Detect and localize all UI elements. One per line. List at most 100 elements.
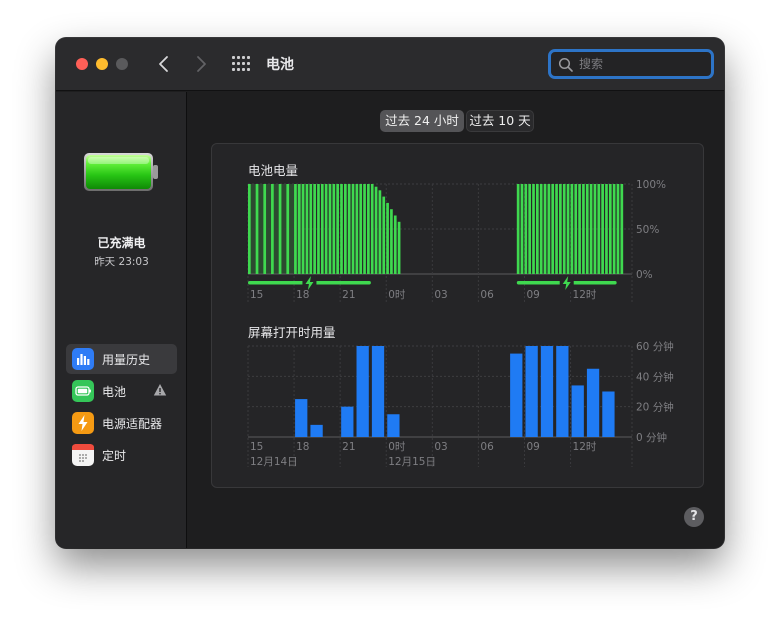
battery-bar xyxy=(255,184,259,274)
y-tick-label: 0 分钟 xyxy=(636,431,667,444)
x-tick-label: 12时 xyxy=(573,441,597,453)
battery-bar xyxy=(305,184,309,274)
battery-bar xyxy=(570,184,574,274)
warning-icon[interactable] xyxy=(153,383,167,397)
battery-icon xyxy=(72,380,94,402)
battery-status-time: 昨天 23:03 xyxy=(94,256,149,268)
x-tick-label: 21 xyxy=(342,441,355,453)
battery-bar xyxy=(286,184,290,274)
search-field[interactable] xyxy=(548,49,714,79)
x-tick-label: 09 xyxy=(526,441,539,453)
battery-bar xyxy=(593,184,597,274)
battery-bar xyxy=(328,184,332,274)
sidebar-item-power-adapter[interactable]: 电源适配器 xyxy=(66,408,177,438)
show-all-grid-icon[interactable] xyxy=(232,56,250,72)
search-input[interactable] xyxy=(579,55,707,73)
x-tick-label: 03 xyxy=(434,289,447,301)
calendar-icon xyxy=(72,444,94,466)
range-last-10-days[interactable]: 过去 10 天 xyxy=(466,110,534,132)
battery-bar xyxy=(374,186,378,274)
back-button[interactable] xyxy=(154,53,174,75)
battery-bar xyxy=(516,184,520,274)
usage-bar xyxy=(571,385,584,437)
x-tick-label: 06 xyxy=(480,441,494,453)
battery-bar xyxy=(301,184,305,274)
battery-bar xyxy=(340,184,343,274)
y-tick-label: 60 分钟 xyxy=(636,340,674,353)
date-label: 12月15日 xyxy=(388,456,436,468)
battery-bar xyxy=(355,184,359,274)
battery-bar xyxy=(347,184,351,274)
battery-bar xyxy=(547,184,551,274)
x-tick-label: 09 xyxy=(526,289,539,301)
battery-bar xyxy=(605,184,608,274)
usage-charts: 电池电量 屏幕打开时用量 15 18 21 0时 03 06 09 12时100%50%0% … xyxy=(247,163,674,468)
battery-bar xyxy=(543,184,547,274)
battery-bar xyxy=(574,184,578,274)
x-tick-label: 15 xyxy=(250,289,263,301)
forward-button[interactable] xyxy=(191,53,211,75)
battery-bar xyxy=(309,184,313,274)
sidebar-item-schedule[interactable]: 定时 xyxy=(66,440,177,470)
usage-bar xyxy=(525,346,538,437)
battery-bar xyxy=(528,184,532,274)
usage-bar xyxy=(295,399,308,437)
battery-bar xyxy=(539,184,543,274)
battery-bar xyxy=(601,184,604,274)
battery-bar xyxy=(578,184,581,274)
usage-bar xyxy=(356,346,369,437)
battery-bar xyxy=(382,196,386,274)
usage-bar xyxy=(371,346,385,437)
sidebar-item-label: 用量历史 xyxy=(102,353,151,367)
minimize-button[interactable] xyxy=(96,58,108,70)
battery-bar xyxy=(390,209,393,274)
range-last-24-hours[interactable]: 过去 24 小时 xyxy=(380,110,464,132)
sidebar: 已充满电 昨天 23:03 用量历史 电池 电源适配器 定时 xyxy=(56,92,187,548)
x-tick-label: 18 xyxy=(296,441,309,453)
x-tick-label: 0时 xyxy=(388,441,406,453)
battery-bar xyxy=(589,184,593,274)
battery-preferences-window: 电池 搜索 已充满电 昨天 23:03 用量历史 电池 电源适配器 定时 过去 … xyxy=(56,38,724,548)
battery-bar xyxy=(393,215,397,274)
usage-bar xyxy=(310,424,323,437)
battery-bar xyxy=(378,190,382,274)
x-tick-label: 06 xyxy=(480,289,494,301)
bar-chart-icon xyxy=(72,348,94,370)
help-button[interactable]: ? xyxy=(684,507,704,527)
battery-bar xyxy=(248,184,251,274)
zoom-button[interactable] xyxy=(116,58,128,70)
battery-bar xyxy=(317,184,320,274)
battery-bar xyxy=(551,184,555,274)
battery-bar xyxy=(336,184,340,274)
usage-bar xyxy=(556,346,569,437)
x-tick-label: 03 xyxy=(434,441,447,453)
battery-bar xyxy=(386,202,389,274)
battery-bar xyxy=(597,184,601,274)
battery-bar xyxy=(616,184,620,274)
usage-bar xyxy=(510,353,523,437)
battery-bar xyxy=(397,221,401,274)
battery-bar xyxy=(271,184,274,274)
sidebar-item-battery[interactable]: 电池 xyxy=(66,376,177,406)
battery-bar xyxy=(344,184,347,274)
battery-bar xyxy=(562,184,566,274)
chevron-left-icon xyxy=(159,56,168,72)
usage-bar xyxy=(341,406,354,437)
close-button[interactable] xyxy=(76,58,88,70)
battery-bar xyxy=(359,184,363,274)
y-tick-label: 50% xyxy=(636,224,659,236)
battery-bar xyxy=(324,184,328,274)
battery-bar xyxy=(332,184,336,274)
x-tick-label: 12时 xyxy=(573,289,597,301)
battery-bar xyxy=(566,184,570,274)
search-icon xyxy=(558,57,573,72)
chevron-right-icon xyxy=(197,56,206,72)
battery-bar xyxy=(555,184,558,274)
battery-bar xyxy=(370,184,374,274)
battery-bar xyxy=(297,184,301,274)
battery-bar xyxy=(608,184,612,274)
sidebar-item-usage-history[interactable]: 用量历史 xyxy=(66,344,177,374)
battery-bar xyxy=(351,184,355,274)
x-tick-label: 0时 xyxy=(388,289,406,301)
battery-bar xyxy=(263,184,267,274)
